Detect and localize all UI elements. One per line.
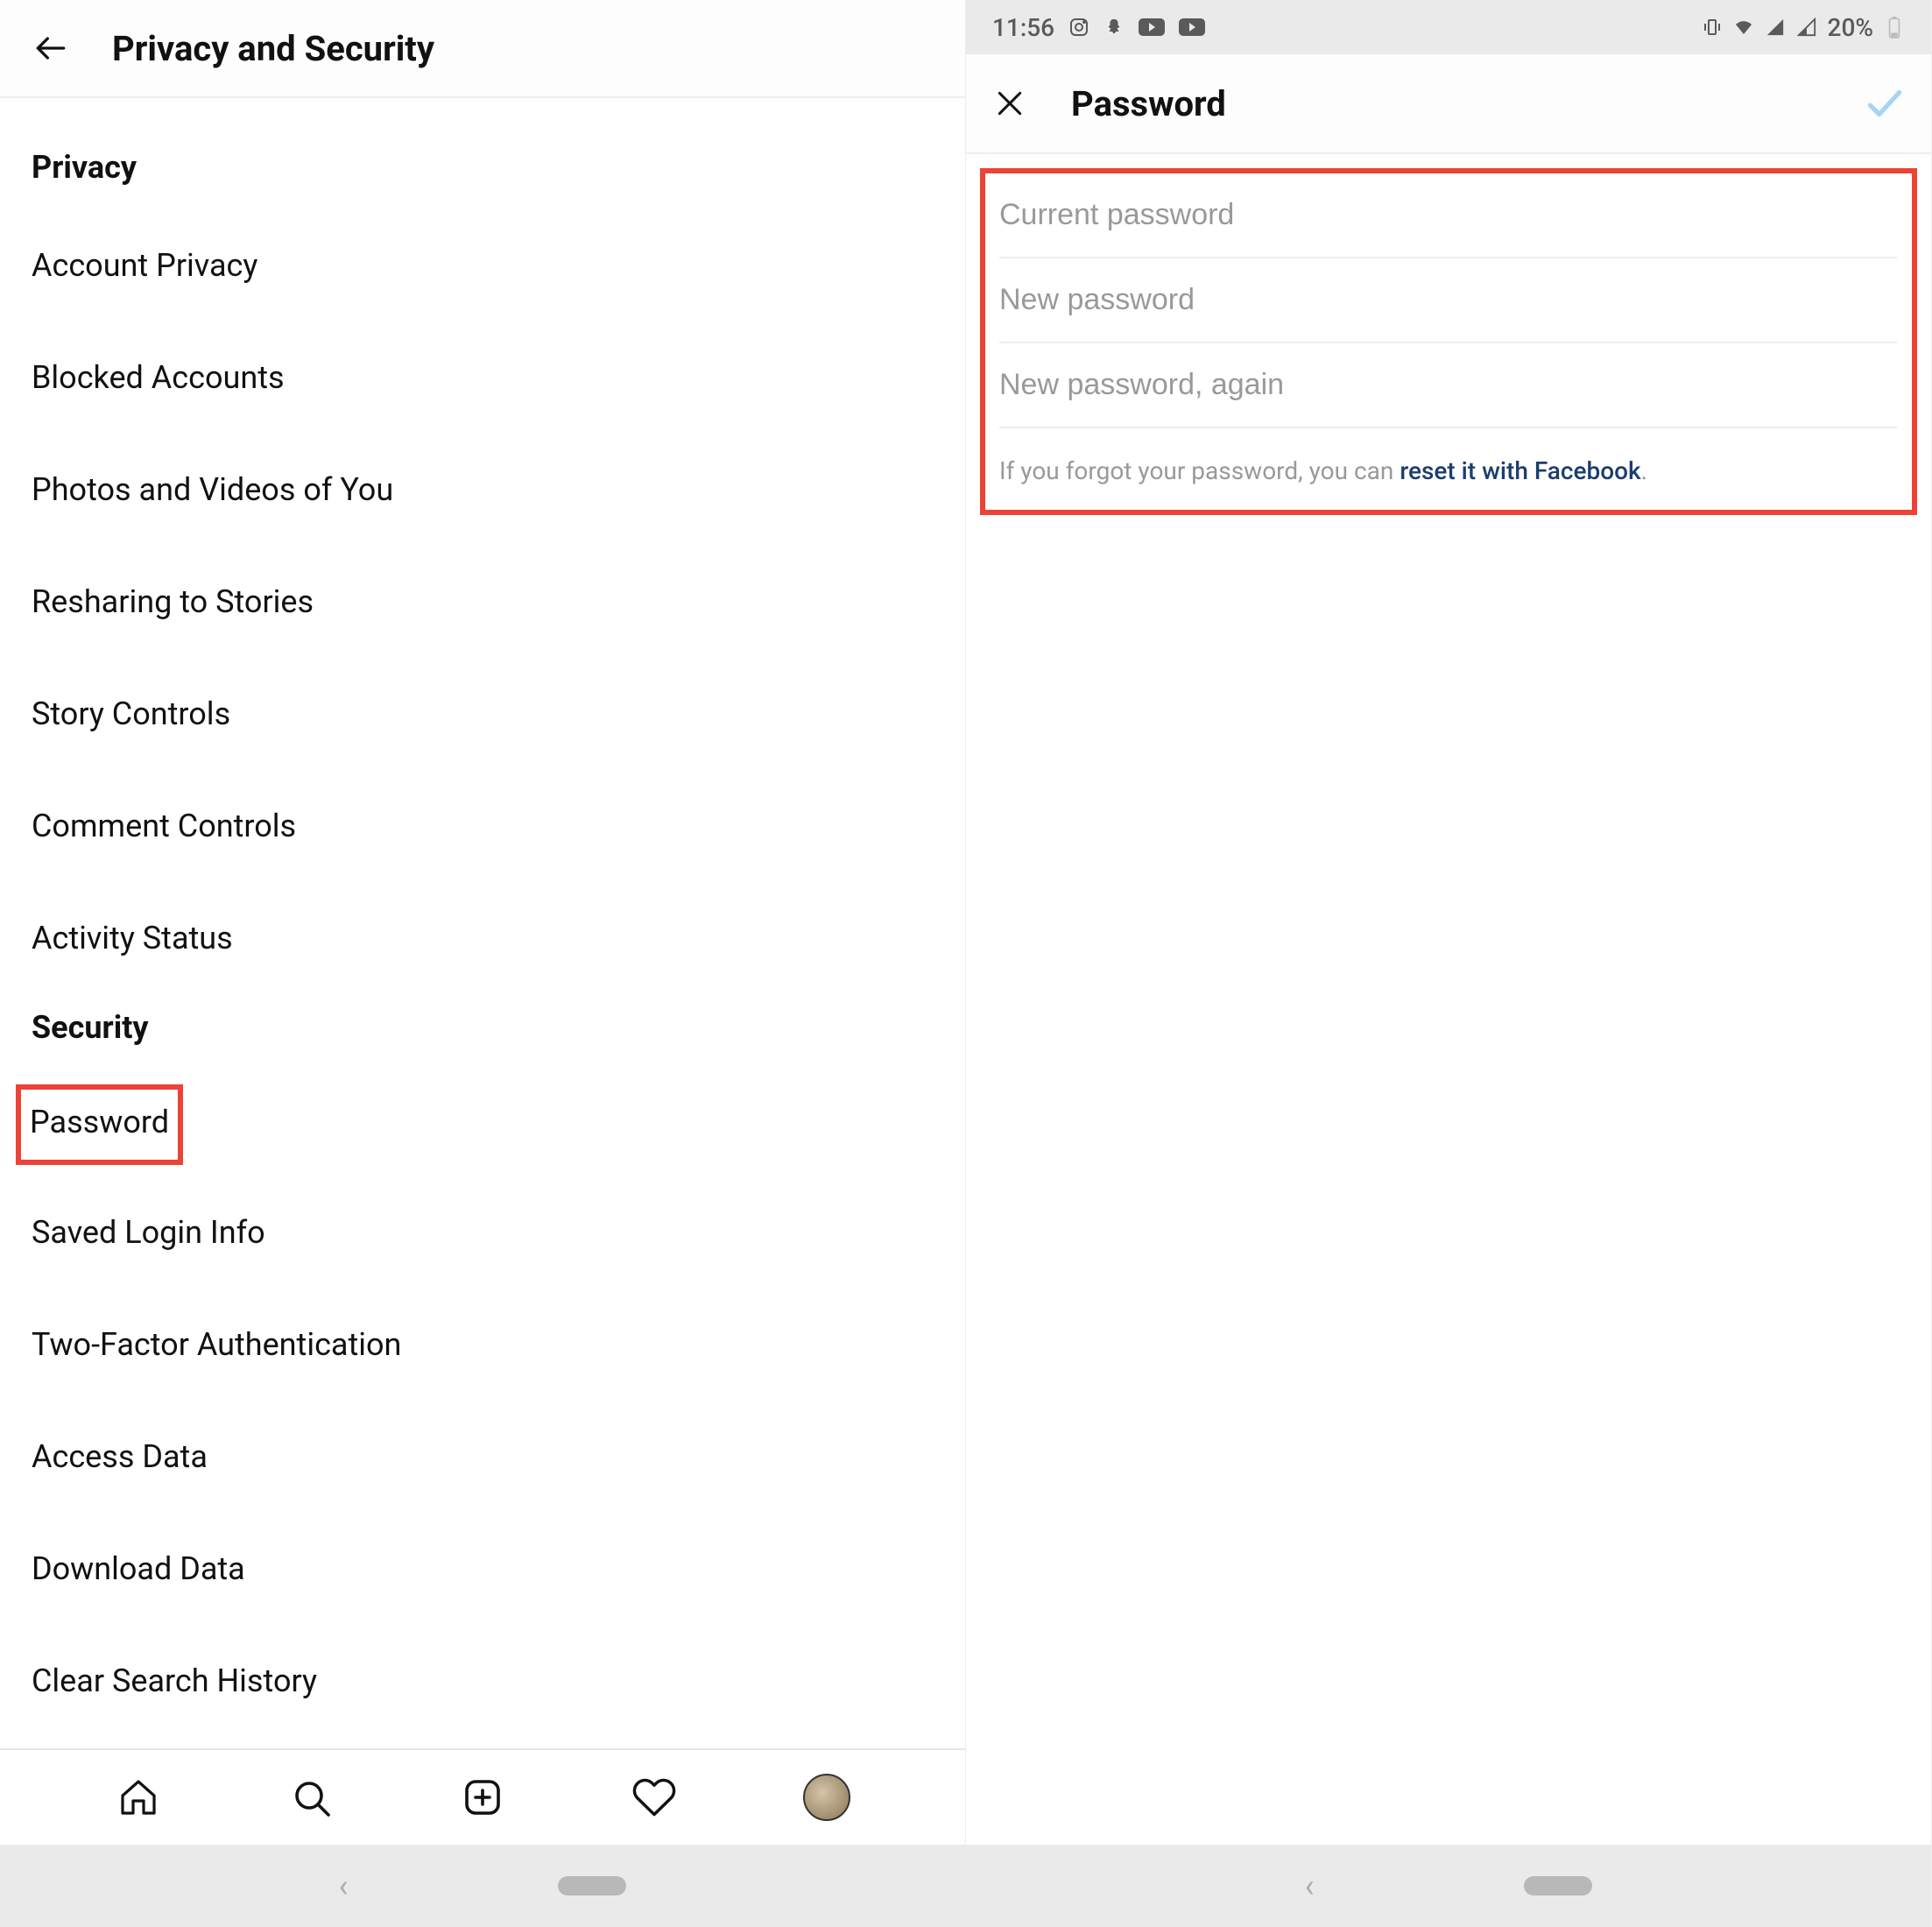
system-nav-bar: ‹ [0,1845,965,1927]
back-arrow-icon[interactable] [32,29,70,67]
system-home-pill-icon-2[interactable] [1524,1876,1592,1895]
profile-avatar-icon[interactable] [803,1774,850,1821]
screen-privacy-security: Privacy and Security Privacy Account Pri… [0,0,966,1927]
new-password-again-input[interactable] [999,343,1898,428]
snapchat-status-icon [1103,17,1125,38]
youtube-status-icon-1 [1139,18,1165,36]
system-nav-bar-2: ‹ [966,1845,1931,1927]
status-time: 11:56 [992,13,1054,42]
close-icon[interactable] [991,84,1029,123]
vibrate-icon [1702,17,1723,38]
battery-icon [1884,17,1905,38]
app-header: Privacy and Security [0,0,965,98]
confirm-check-icon[interactable] [1863,81,1907,125]
item-account-privacy[interactable]: Account Privacy [32,224,934,307]
item-resharing-stories[interactable]: Resharing to Stories [32,561,934,643]
item-password[interactable]: Password [30,1104,169,1140]
bottom-tab-bar [0,1748,965,1845]
signal-icon-1 [1765,17,1786,38]
forgot-password-text: If you forgot your password, you can res… [999,456,1898,485]
app-header-password: Password [966,54,1931,154]
new-post-icon[interactable] [459,1774,506,1821]
reset-with-facebook-link[interactable]: reset it with Facebook [1400,456,1640,485]
section-header-privacy: Privacy [32,149,934,186]
forgot-prefix: If you forgot your password, you can [999,456,1400,485]
item-clear-search-history[interactable]: Clear Search History [32,1640,934,1722]
item-photos-videos[interactable]: Photos and Videos of You [32,448,934,531]
system-home-pill-icon[interactable] [558,1876,626,1895]
activity-heart-icon[interactable] [631,1774,678,1821]
item-saved-login-info[interactable]: Saved Login Info [32,1191,934,1274]
instagram-status-icon [1068,17,1089,38]
search-icon[interactable] [287,1774,335,1821]
item-blocked-accounts[interactable]: Blocked Accounts [32,336,934,419]
forgot-suffix: . [1641,456,1647,485]
system-back-icon-2[interactable]: ‹ [1305,1867,1315,1904]
battery-percent: 20% [1828,13,1873,42]
highlight-box-password: Password [16,1084,183,1165]
home-icon[interactable] [115,1774,162,1821]
item-two-factor[interactable]: Two-Factor Authentication [32,1303,934,1386]
item-access-data[interactable]: Access Data [32,1415,934,1498]
item-download-data[interactable]: Download Data [32,1528,934,1610]
highlight-box-form: If you forgot your password, you can res… [980,168,1917,515]
screen-password: 11:56 20% [966,0,1932,1927]
signal-icon-2 [1796,17,1817,38]
current-password-input[interactable] [999,173,1898,258]
page-title-password: Password [1071,83,1226,124]
wifi-icon [1733,17,1754,38]
settings-list: Privacy Account Privacy Blocked Accounts… [0,98,965,1722]
item-activity-status[interactable]: Activity Status [32,897,934,979]
page-title: Privacy and Security [112,28,434,69]
youtube-status-icon-2 [1179,18,1205,36]
item-story-controls[interactable]: Story Controls [32,673,934,755]
status-bar: 11:56 20% [966,0,1931,54]
item-comment-controls[interactable]: Comment Controls [32,785,934,867]
section-header-security: Security [32,1009,934,1046]
new-password-input[interactable] [999,258,1898,343]
system-back-icon[interactable]: ‹ [339,1867,349,1904]
